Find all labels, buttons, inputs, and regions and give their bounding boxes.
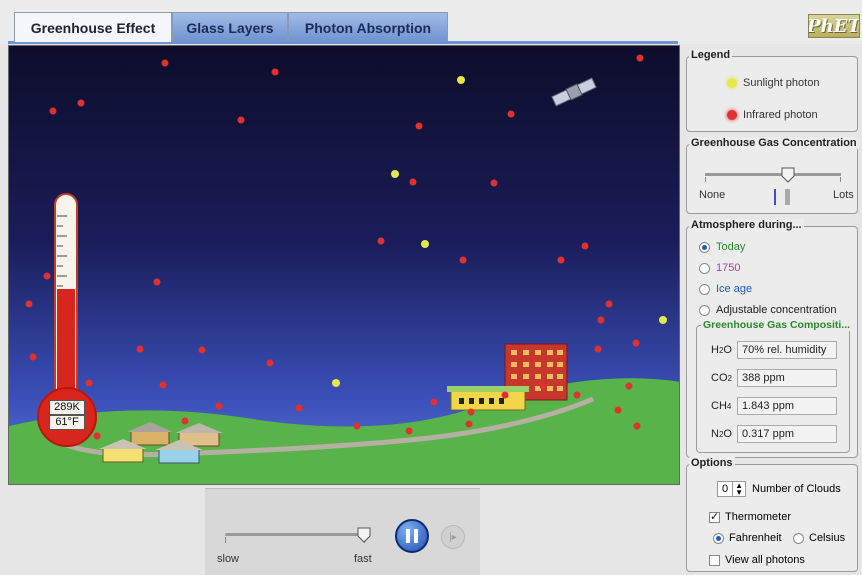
radio-1750[interactable]: 1750: [699, 262, 740, 274]
concentration-slider-tick: [840, 177, 841, 182]
legend-title: Legend: [689, 49, 733, 61]
temp-readout-fahrenheit: 61°F: [49, 415, 85, 430]
speed-slider-tick: [225, 537, 226, 543]
ch4-value: 1.843 ppm: [737, 397, 837, 415]
commercial-building: [447, 386, 529, 411]
legend-sunlight: Sunlight photon: [727, 77, 819, 89]
clouds-label: Number of Clouds: [752, 483, 841, 495]
radio-ice-age[interactable]: Ice age: [699, 283, 752, 295]
options-panel: Options 0 ▲▼ Number of Clouds Thermomete…: [686, 457, 858, 572]
concentration-slider-thumb[interactable]: [781, 167, 795, 183]
tab-glass-layers[interactable]: Glass Layers: [172, 12, 288, 42]
tab-photon-absorption[interactable]: Photon Absorption: [288, 12, 448, 42]
tab-bar: Greenhouse Effect Glass Layers Photon Ab…: [0, 0, 862, 44]
composition-label-n2o: N2O: [711, 428, 732, 440]
celsius-radio[interactable]: [793, 532, 804, 544]
radio-label: Adjustable concentration: [716, 304, 837, 316]
concentration-slider-track[interactable]: [705, 173, 841, 176]
thermometer-checkbox-row[interactable]: Thermometer: [709, 510, 792, 523]
fahrenheit-label: Fahrenheit: [729, 532, 782, 544]
concentration-marker: [785, 189, 790, 205]
atmosphere-title: Atmosphere during...: [689, 219, 804, 231]
slow-label: slow: [217, 553, 240, 565]
fast-label: fast: [354, 553, 372, 565]
composition-label-co2: CO 2: [711, 372, 732, 384]
sunlight-photon-icon: [727, 78, 737, 88]
infrared-label: Infrared photon: [743, 109, 818, 121]
concentration-title: Greenhouse Gas Concentration: [689, 137, 859, 149]
clouds-spinner[interactable]: 0 ▲ ▼: [717, 481, 747, 497]
celsius-label: Celsius: [809, 532, 846, 544]
view-all-photons-label: View all photons: [725, 554, 805, 566]
clouds-value[interactable]: 0: [718, 483, 732, 495]
concentration-none-label: None: [699, 189, 726, 201]
radio-today[interactable]: Today: [699, 241, 745, 253]
radio-button[interactable]: [699, 283, 710, 295]
view-all-photons-checkbox[interactable]: [709, 554, 720, 566]
thermometer-checkbox[interactable]: [709, 510, 720, 523]
speed-slider-thumb[interactable]: [357, 527, 371, 543]
scene-svg: [9, 54, 679, 484]
satellite-icon: [551, 77, 597, 107]
h2o-value: 70% rel. humidity: [737, 341, 837, 359]
composition-title: Greenhouse Gas Compositi...: [701, 319, 853, 331]
radio-button[interactable]: [699, 304, 710, 316]
composition-box: Greenhouse Gas Compositi... H2O 70% rel.…: [696, 319, 853, 453]
clouds-row: 0 ▲ ▼ Number of Clouds: [717, 481, 841, 497]
simulation-canvas: 289K 61°F: [8, 45, 680, 485]
radio-label: Ice age: [716, 283, 753, 295]
radio-label: 1750: [716, 262, 741, 274]
fahrenheit-radio[interactable]: [713, 532, 724, 544]
atmosphere-panel: Atmosphere during... Today 1750 Ice age …: [686, 219, 858, 458]
legend-infrared: Infrared photon: [727, 109, 818, 121]
radio-adjustable[interactable]: Adjustable concentration: [699, 304, 836, 316]
step-button[interactable]: |▸: [441, 525, 465, 549]
app-window: Greenhouse Effect Glass Layers Photon Ab…: [0, 0, 862, 575]
radio-button[interactable]: [699, 241, 710, 253]
composition-label-ch4: CH 4: [711, 400, 732, 412]
step-icon: |▸: [449, 531, 457, 543]
radio-label: Today: [716, 241, 746, 253]
speed-slider-track[interactable]: [225, 533, 365, 536]
sim-controls: slow fast |▸: [205, 488, 480, 575]
infrared-photon-icon: [727, 110, 737, 120]
n2o-value: 0.317 ppm: [737, 425, 837, 443]
concentration-marker: [774, 189, 776, 205]
spinner-arrows-icon[interactable]: ▲ ▼: [732, 482, 745, 497]
view-all-photons-row[interactable]: View all photons: [709, 554, 805, 566]
pause-icon: [406, 529, 418, 543]
sunlight-photons: [332, 76, 667, 387]
legend-panel: Legend Sunlight photon Infrared photon: [686, 49, 858, 132]
sunlight-label: Sunlight photon: [743, 77, 820, 89]
concentration-panel: Greenhouse Gas Concentration None Lots: [686, 137, 859, 214]
co2-value: 388 ppm: [737, 369, 837, 387]
options-title: Options: [689, 457, 735, 469]
composition-label-h2o: H2O: [711, 344, 732, 356]
pause-button[interactable]: [395, 519, 429, 553]
temp-readout-kelvin: 289K: [49, 400, 85, 415]
concentration-slider-tick: [705, 177, 706, 182]
radio-button[interactable]: [699, 262, 710, 274]
tab-greenhouse-effect[interactable]: Greenhouse Effect: [14, 12, 172, 42]
celsius-radio-row[interactable]: Celsius: [793, 532, 845, 544]
fahrenheit-radio-row[interactable]: Fahrenheit: [713, 532, 782, 544]
concentration-lots-label: Lots: [833, 189, 854, 201]
phet-logo[interactable]: PhET: [808, 14, 860, 38]
thermometer-checkbox-label: Thermometer: [725, 511, 792, 523]
